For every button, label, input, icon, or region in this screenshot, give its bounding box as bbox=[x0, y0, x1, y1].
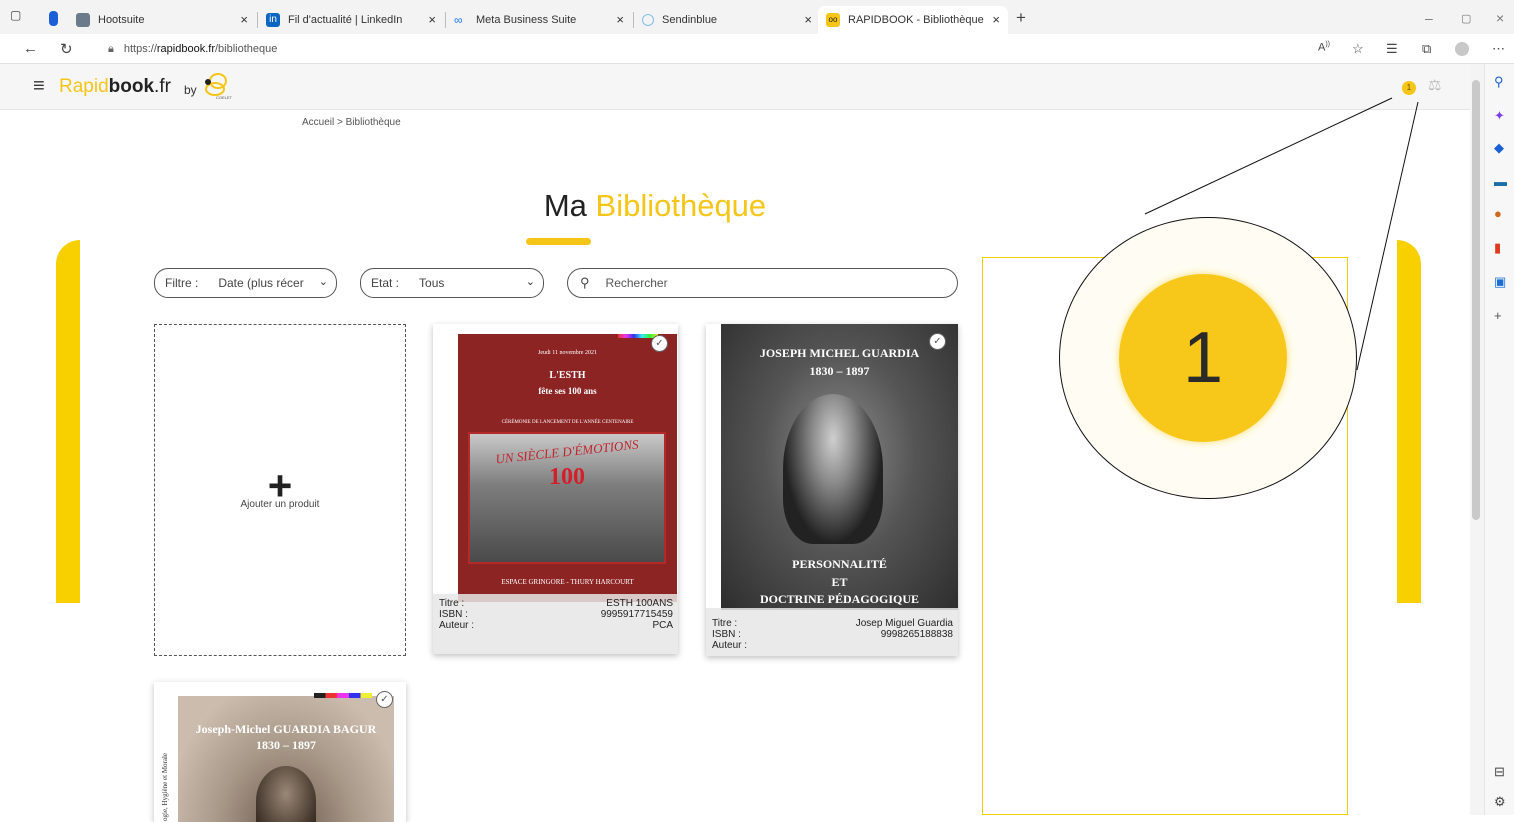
search-icon[interactable]: ⚲ bbox=[1494, 74, 1504, 90]
scrollbar-thumb[interactable] bbox=[1472, 80, 1480, 520]
settings-icon[interactable]: ⚙ bbox=[1494, 794, 1506, 810]
edge-sidebar: ⚲ ✦ ◆ ▬ ● ▮ ▣ + ⊟ ⚙ bbox=[1484, 64, 1514, 815]
copilot-icon[interactable]: ✦ bbox=[1494, 108, 1505, 124]
tools-icon[interactable]: ▬ bbox=[1494, 174, 1507, 189]
cart-count-badge-zoomed: 1 bbox=[1119, 274, 1287, 442]
office-icon[interactable]: ▮ bbox=[1494, 240, 1501, 256]
sidebar-hide-icon[interactable]: ⊟ bbox=[1494, 764, 1505, 780]
people-icon[interactable]: ● bbox=[1494, 206, 1502, 221]
shopping-tag-icon[interactable]: ◆ bbox=[1494, 140, 1504, 156]
outlook-icon[interactable]: ▣ bbox=[1494, 274, 1506, 290]
add-icon[interactable]: + bbox=[1494, 308, 1502, 323]
